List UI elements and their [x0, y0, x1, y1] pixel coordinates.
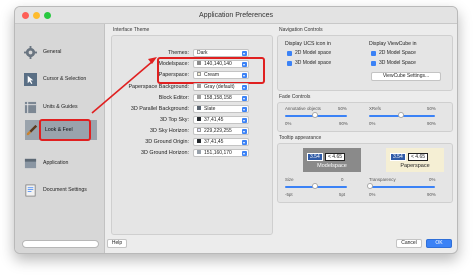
paperspace-background-row: Paperspace Background: Gray (default) [107, 83, 273, 92]
viewcube-3d-checkbox[interactable]: 3D Model Space [371, 60, 416, 67]
top-sky-select[interactable]: 37,41,45 [193, 116, 249, 124]
paperspace-tooltip-preview: 3.54 < 4.65 Paperspace [386, 148, 444, 172]
ground-origin-row: 3D Ground Origin: 37,41,45 [107, 138, 273, 147]
transparency-slider[interactable] [369, 186, 435, 188]
cursor-icon [23, 72, 37, 86]
transparency-slider-min: 0% [369, 192, 376, 197]
ground-origin-select[interactable]: 37,41,45 [193, 138, 249, 146]
ok-button[interactable]: OK [426, 239, 452, 248]
cancel-button[interactable]: Cancel [396, 239, 422, 248]
size-slider-label: Size [285, 177, 294, 182]
sky-horizon-select[interactable]: 229,229,255 [193, 127, 249, 135]
xrefs-slider-max: 90% [427, 121, 436, 126]
transparency-slider-knob[interactable] [367, 183, 373, 189]
tooltip-compare-chip: < 4.65 [325, 153, 346, 161]
ruler-icon [23, 100, 37, 114]
tooltip-value-chip: 3.54 [390, 153, 406, 161]
color-swatch [197, 139, 201, 143]
color-swatch [197, 117, 201, 121]
xrefs-slider-min: 0% [369, 121, 376, 126]
block-editor-select[interactable]: 158,158,158 [193, 94, 249, 102]
color-swatch [197, 84, 201, 88]
ucs-icon-label: Display UCS icon in [285, 41, 331, 47]
sidebar-item-general[interactable]: General [23, 39, 103, 65]
transparency-slider-max: 90% [427, 192, 436, 197]
gear-icon [23, 45, 37, 59]
transparency-slider-value: 0% [429, 177, 436, 182]
sidebar-item-units-guides[interactable]: Units & Guides [23, 94, 103, 120]
block-editor-row: Block Editor: 158,158,158 [107, 94, 273, 103]
sidebar-item-application[interactable]: Application [23, 150, 103, 176]
app-icon [23, 156, 37, 170]
ground-horizon-select[interactable]: 151,160,170 [193, 149, 249, 157]
document-icon [23, 183, 37, 197]
xrefs-slider-value: 50% [427, 106, 436, 111]
chevron-down-icon [242, 129, 247, 134]
sidebar-item-label: Application [43, 160, 69, 166]
title-bar: Application Preferences [15, 7, 457, 24]
sidebar-item-cursor-selection[interactable]: Cursor & Selection [23, 66, 103, 92]
viewcube-label: Display ViewCube in [369, 41, 417, 47]
chevron-down-icon [242, 96, 247, 101]
sky-horizon-row: 3D Sky Horizon: 229,229,255 [107, 127, 273, 136]
size-slider-max: 5pt [339, 192, 346, 197]
top-sky-row: 3D Top Sky: 37,41,45 [107, 116, 273, 125]
annotative-slider-value: 50% [338, 106, 347, 111]
paperspace-background-select[interactable]: Gray (default) [193, 83, 249, 91]
tooltip-appearance-heading: Tooltip appearance [279, 135, 322, 141]
sidebar-item-document-settings[interactable]: Document Settings [23, 177, 103, 203]
chevron-down-icon [242, 107, 247, 112]
tooltip-value-chip: 3.54 [307, 153, 323, 161]
annotative-slider-label: Annotative objects [285, 106, 321, 111]
size-slider-min: -5pt [285, 192, 293, 197]
chevron-down-icon [242, 85, 247, 90]
window-title: Application Preferences [199, 12, 273, 19]
chevron-down-icon [242, 118, 247, 123]
sidebar-item-label: Units & Guides [43, 104, 78, 110]
viewcube-settings-button[interactable]: ViewCube Settings... [371, 72, 441, 81]
sidebar-item-label: Document Settings [43, 187, 87, 193]
fade-controls-heading: Fade Controls [279, 94, 311, 100]
annotative-slider-max: 90% [339, 121, 348, 126]
color-swatch [197, 128, 201, 132]
annotation-highlight-box [39, 119, 91, 141]
color-swatch [197, 150, 201, 154]
color-swatch [197, 106, 201, 110]
xrefs-slider-label: XRefs [369, 106, 381, 111]
interface-theme-heading: Interface Theme [113, 27, 150, 33]
paintbrush-icon [25, 123, 39, 137]
ground-horizon-row: 3D Ground Horizon: 151,160,170 [107, 149, 273, 158]
ucs-3d-checkbox[interactable]: 3D Model space [287, 60, 331, 67]
size-slider-knob[interactable] [312, 183, 318, 189]
annotative-slider-min: 0% [285, 121, 292, 126]
tooltip-compare-chip: < 4.65 [408, 153, 429, 161]
navigation-controls-heading: Navigation Controls [279, 27, 323, 33]
ucs-2d-checkbox[interactable]: 2D Model space [287, 50, 331, 57]
sidebar-item-label: General [43, 49, 62, 55]
chevron-down-icon [242, 151, 247, 156]
size-slider-value: 0 [341, 177, 344, 182]
parallel-background-select[interactable]: Slate [193, 105, 249, 113]
preferences-window: Application Preferences General Cursor &… [14, 6, 458, 254]
help-button[interactable]: Help [107, 239, 127, 248]
paperspace-caption: Paperspace [400, 163, 430, 169]
transparency-slider-label: Transparency [369, 177, 396, 182]
viewcube-2d-checkbox[interactable]: 2D Model Space [371, 50, 416, 57]
preferences-content: Interface Theme Themes: Dark Modelspace:… [107, 24, 457, 253]
modelspace-tooltip-preview: 3.54 < 4.65 Modelspace [303, 148, 361, 172]
modelspace-caption: Modelspace [317, 163, 347, 169]
color-swatch [197, 95, 201, 99]
parallel-background-row: 3D Parallel Background: Slate [107, 105, 273, 114]
chevron-down-icon [242, 51, 247, 56]
theme-select[interactable]: Dark [193, 49, 249, 57]
sidebar-search-field[interactable] [22, 240, 99, 248]
annotation-highlight-box [157, 57, 265, 84]
chevron-down-icon [242, 140, 247, 145]
sidebar-item-label: Cursor & Selection [43, 76, 87, 82]
annotative-slider-knob[interactable] [312, 112, 318, 118]
xrefs-slider-knob[interactable] [398, 112, 404, 118]
